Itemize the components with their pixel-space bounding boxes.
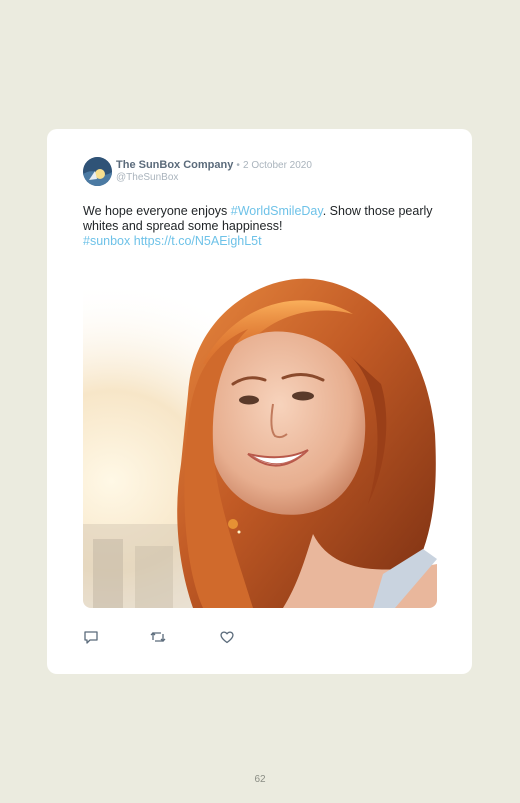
heart-icon — [220, 631, 234, 644]
hashtag-sunbox[interactable]: #sunbox — [83, 234, 130, 248]
tweet-date[interactable]: 2 October 2020 — [243, 160, 312, 171]
retweet-arrows-icon — [150, 632, 166, 642]
hashtag-worldsmileday[interactable]: #WorldSmileDay — [231, 204, 323, 218]
author-line: The SunBox Company • 2 October 2020 — [116, 159, 312, 172]
author-handle[interactable]: @TheSunBox — [116, 172, 178, 184]
tweet-link[interactable]: https://t.co/N5AEighL5t — [134, 234, 262, 248]
page-number: 62 — [254, 774, 266, 785]
like-button[interactable] — [219, 629, 235, 645]
tweet-photo[interactable] — [83, 274, 437, 608]
tweet-text: We hope everyone enjoys #WorldSmileDay. … — [83, 204, 433, 249]
tweet-text-part1: We hope everyone enjoys — [83, 204, 231, 218]
speech-bubble-icon — [84, 631, 98, 644]
avatar[interactable] — [83, 157, 112, 186]
reply-button[interactable] — [83, 629, 99, 645]
retweet-button[interactable] — [150, 629, 166, 645]
tweet-card: The SunBox Company • 2 October 2020 @The… — [47, 129, 472, 674]
separator-dot: • — [236, 160, 240, 171]
author-name[interactable]: The SunBox Company — [116, 159, 233, 171]
